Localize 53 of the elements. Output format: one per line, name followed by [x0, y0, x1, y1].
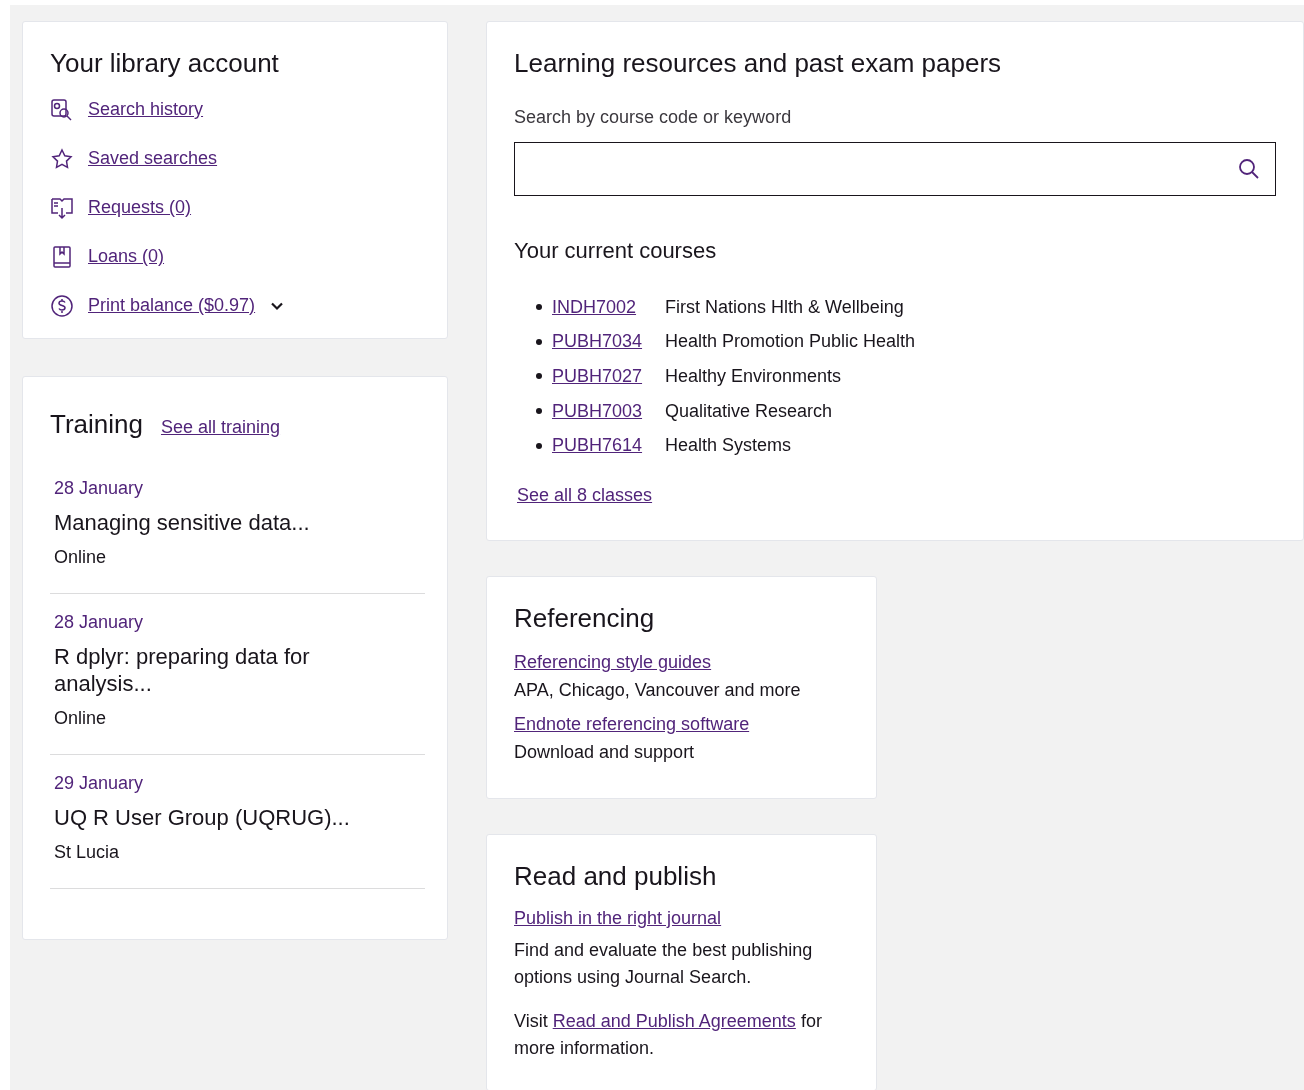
- referencing-link[interactable]: Endnote referencing software: [514, 713, 750, 734]
- event-location: St Lucia: [54, 841, 121, 864]
- referencing-link[interactable]: Referencing style guides: [514, 651, 712, 672]
- course-name: Healthy Environments: [665, 366, 842, 387]
- event-title[interactable]: UQ R User Group (UQRUG)...: [54, 804, 354, 831]
- see-all-classes-link[interactable]: See all 8 classes: [517, 484, 653, 505]
- card-title: Your library account: [50, 48, 280, 79]
- bullet-icon: [536, 304, 542, 311]
- search-history-icon: [50, 97, 74, 122]
- course-name: Health Promotion Public Health: [665, 331, 916, 353]
- event-location: Online: [54, 546, 108, 569]
- event-date: 28 January: [54, 478, 145, 499]
- bullet-icon: [536, 408, 542, 415]
- course-name: Health Systems: [665, 435, 792, 457]
- account-link[interactable]: Saved searches: [88, 148, 218, 169]
- card-title: Learning resources and past exam papers: [514, 48, 1003, 79]
- card-title: Read and publish: [514, 860, 718, 892]
- bullet-icon: [536, 442, 542, 449]
- star-icon: [50, 146, 74, 171]
- event-date: 28 January: [54, 612, 145, 633]
- search-icon[interactable]: [1237, 157, 1261, 181]
- course-code-link[interactable]: PUBH7034: [552, 331, 665, 353]
- event-title[interactable]: R dplyr: preparing data for analysis...: [54, 643, 354, 697]
- agreements-link[interactable]: Read and Publish Agreements: [552, 1010, 796, 1031]
- course-code-link[interactable]: PUBH7003: [552, 400, 665, 422]
- agreements-paragraph: Visit Read and Publish Agreements for more information.: [514, 1009, 823, 1060]
- book-icon: [50, 244, 74, 269]
- see-all-training-link[interactable]: See all training: [160, 417, 281, 438]
- card-title: Referencing: [514, 602, 656, 634]
- event-title[interactable]: Managing sensitive data...: [54, 509, 354, 536]
- course-code-link[interactable]: PUBH7027: [552, 366, 665, 387]
- account-link[interactable]: Print balance ($0.97): [88, 295, 256, 316]
- bullet-icon: [536, 338, 542, 345]
- publish-link[interactable]: Publish in the right journal: [514, 907, 722, 928]
- dollar-icon: [50, 293, 74, 318]
- event-date: 29 January: [54, 773, 145, 794]
- link-description: Download and support: [514, 740, 696, 764]
- account-link[interactable]: Search history: [88, 99, 204, 120]
- publish-description: Find and evaluate the best publishing options using Journal Search.: [514, 938, 814, 989]
- course-code-link[interactable]: INDH7002: [552, 296, 665, 318]
- course-code-link[interactable]: PUBH7614: [552, 435, 665, 457]
- search-label: Search by course code or keyword: [514, 107, 793, 128]
- course-name: First Nations Hlth & Wellbeing: [665, 296, 904, 318]
- account-link[interactable]: Requests (0): [88, 197, 192, 218]
- course-name: Qualitative Research: [665, 400, 833, 422]
- card-title: Training: [50, 409, 143, 440]
- event-location: Online: [54, 707, 108, 730]
- bullet-icon: [536, 373, 542, 380]
- link-description: APA, Chicago, Vancouver and more: [514, 678, 802, 702]
- courses-title: Your current courses: [514, 238, 718, 264]
- account-link[interactable]: Loans (0): [88, 246, 165, 267]
- search-field[interactable]: [514, 142, 1276, 196]
- book-request-icon: [50, 195, 74, 220]
